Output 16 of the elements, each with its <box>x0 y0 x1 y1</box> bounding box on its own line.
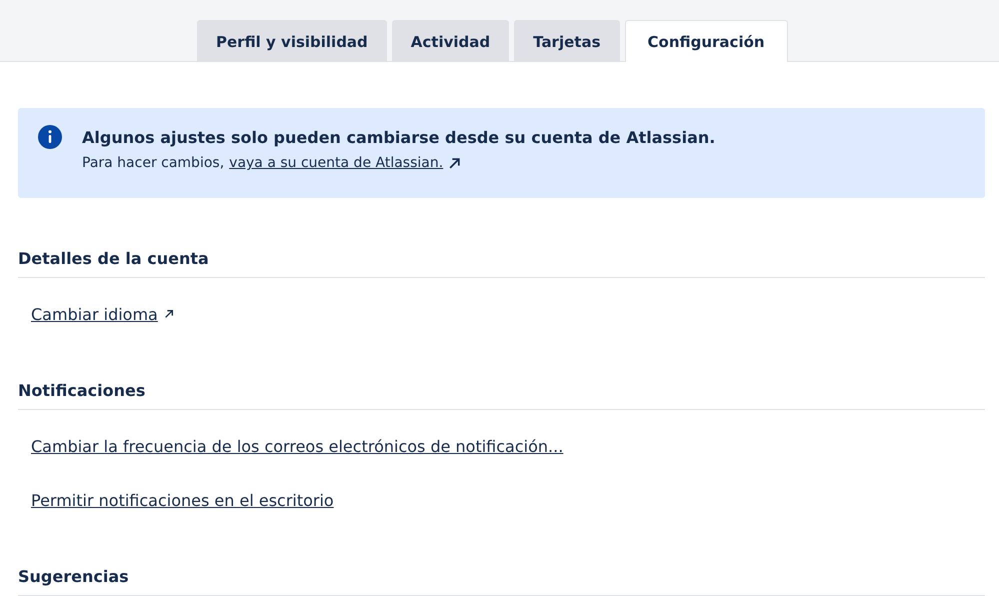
settings-link[interactable]: Cambiar la frecuencia de los correos electrónicos de notificación... <box>31 436 564 456</box>
banner-text: Para hacer cambios, <box>82 155 224 171</box>
tab[interactable]: Configuración <box>624 20 788 62</box>
tab[interactable]: Actividad <box>392 20 510 62</box>
external-link-icon <box>164 309 174 319</box>
banner-title: Algunos ajustes solo pueden cambiarse desde su cuenta de Atlassian. <box>82 128 716 147</box>
section-heading: Sugerencias <box>18 567 985 596</box>
tab[interactable]: Perfil y visibilidad <box>197 20 387 62</box>
tab[interactable]: Tarjetas <box>514 20 620 62</box>
info-icon <box>38 125 62 149</box>
section-heading: Notificaciones <box>18 381 985 410</box>
settings-link[interactable]: Cambiar idioma <box>31 304 158 324</box>
account-link[interactable]: vaya a su cuenta de Atlassian. <box>229 155 444 171</box>
section-heading: Detalles de la cuenta <box>18 249 985 278</box>
external-link-icon <box>448 156 462 170</box>
settings-link[interactable]: Permitir notificaciones en el escritorio <box>31 490 334 510</box>
